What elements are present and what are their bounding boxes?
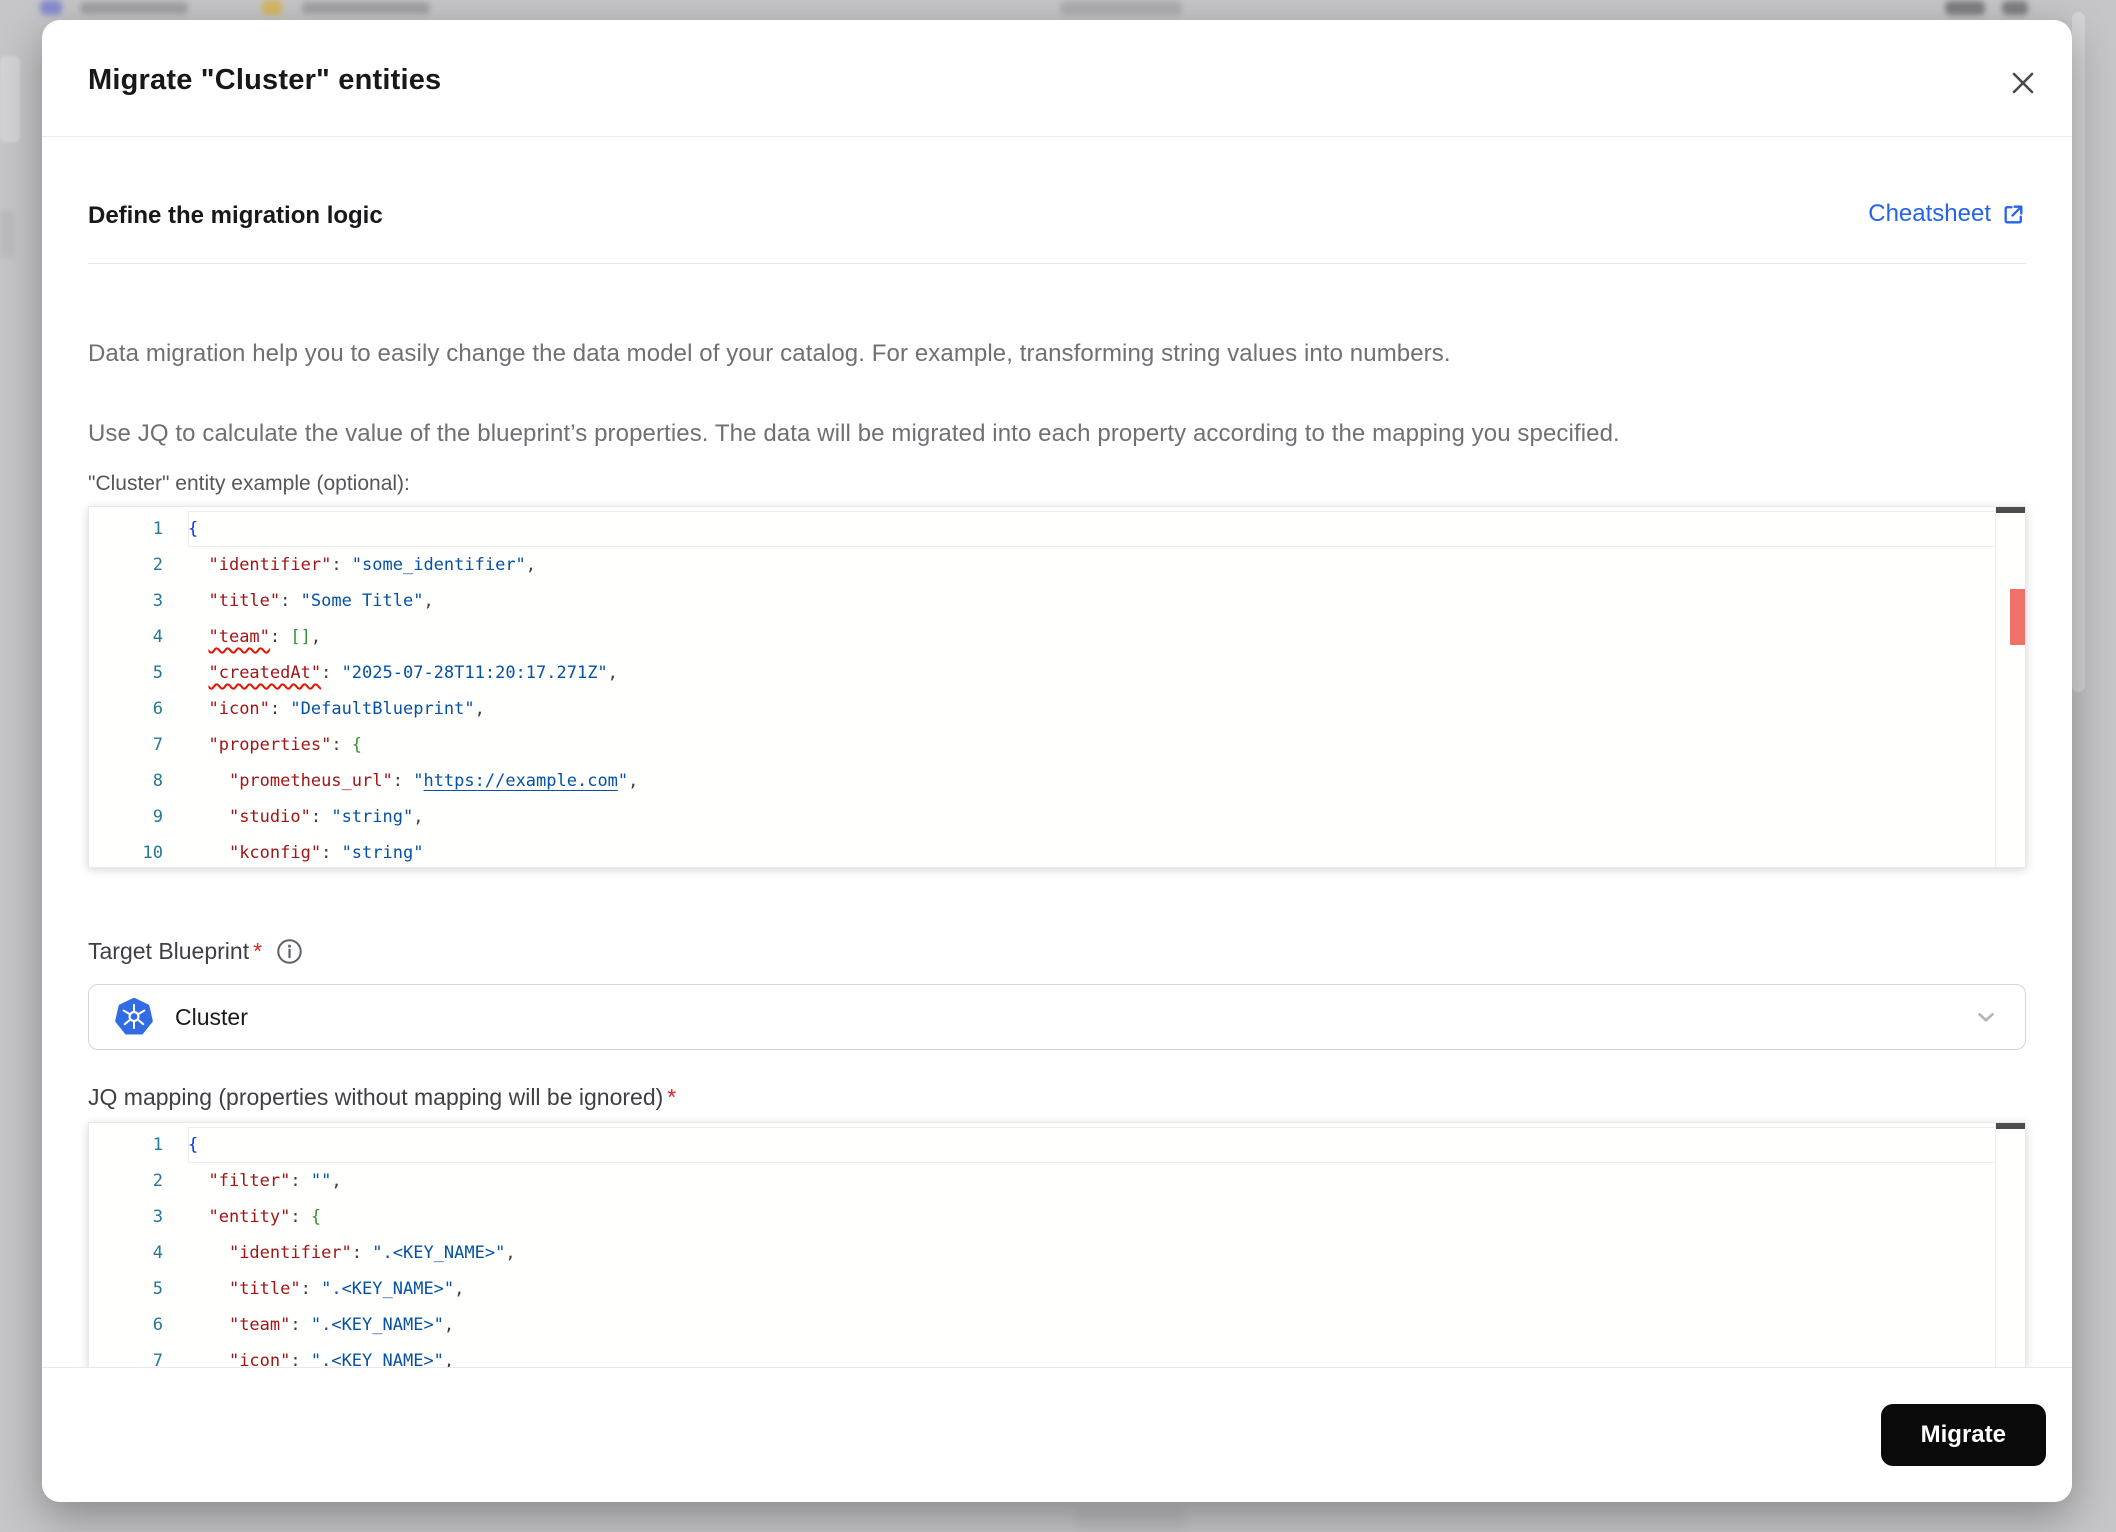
target-blueprint-label-text: Target Blueprint xyxy=(88,938,250,964)
background-toolbar-hint xyxy=(1945,1,1985,15)
line-number: 1 xyxy=(152,519,163,539)
section-heading: Define the migration logic xyxy=(88,202,383,229)
line-number: 1 xyxy=(152,1135,163,1155)
dialog-title: Migrate "Cluster" entities xyxy=(88,64,442,96)
close-button[interactable] xyxy=(2006,66,2040,100)
background-tab-text xyxy=(80,2,188,14)
required-asterisk: * xyxy=(667,1084,677,1110)
background-toolbar-hint xyxy=(2002,1,2028,15)
cheatsheet-label: Cheatsheet xyxy=(1868,200,1991,227)
background-search-hint xyxy=(1060,1,1182,15)
background-tab-icon-yellow xyxy=(262,0,282,15)
code-line: 6 "team": ".<KEY_NAME>", xyxy=(89,1307,1996,1343)
screen: Migrate "Cluster" entities Define the mi… xyxy=(0,0,2116,1532)
close-icon xyxy=(2012,72,2034,94)
external-link-icon xyxy=(2004,205,2023,223)
chevron-down-icon xyxy=(1978,1012,1994,1022)
code-line: 4 "identifier": ".<KEY_NAME>", xyxy=(89,1235,1996,1271)
background-tab-text xyxy=(302,2,430,14)
code-line: 8 "prometheus_url": "https://example.com… xyxy=(89,763,1996,799)
target-blueprint-value: Cluster xyxy=(175,1003,248,1030)
line-number: 2 xyxy=(152,555,163,575)
entity-example-label: "Cluster" entity example (optional): xyxy=(88,472,410,495)
line-number: 6 xyxy=(152,699,163,719)
jq-mapping-label-text: JQ mapping (properties without mapping w… xyxy=(88,1084,664,1110)
code-line: 9 "studio": "string", xyxy=(89,799,1996,835)
cheatsheet-link[interactable]: Cheatsheet xyxy=(1868,200,2026,228)
line-number: 3 xyxy=(152,591,163,611)
entity-example-code-editor[interactable]: 1{2 "identifier": "some_identifier", 3 "t… xyxy=(88,506,2026,868)
code-line: 1{ xyxy=(89,511,1996,547)
code-line: 10 "kconfig": "string" xyxy=(89,835,1996,867)
description-paragraph: Data migration help you to easily change… xyxy=(88,340,1451,367)
code-line: 5 "title": ".<KEY_NAME>", xyxy=(89,1271,1996,1307)
line-number: 7 xyxy=(152,735,163,755)
code-line: 7 "icon": ".<KEY_NAME>", xyxy=(89,1343,1996,1368)
code-line: 7 "properties": { xyxy=(89,727,1996,763)
page-scrollbar-thumb[interactable] xyxy=(2072,12,2085,692)
code-line: 2 "identifier": "some_identifier", xyxy=(89,547,1996,583)
header-divider xyxy=(42,136,2072,137)
line-number: 3 xyxy=(152,1207,163,1227)
description-paragraph: Use JQ to calculate the value of the blu… xyxy=(88,420,1620,447)
line-number: 5 xyxy=(152,1279,163,1299)
background-bottom-hint xyxy=(1075,1508,1185,1530)
code-line: 4 "team": [], xyxy=(89,619,1996,655)
code-line: 5 "createdAt": "2025-07-28T11:20:17.271Z… xyxy=(89,655,1996,691)
target-blueprint-label: Target Blueprint * xyxy=(88,938,303,965)
cursor-position-marker xyxy=(1996,1123,2025,1129)
target-blueprint-select[interactable]: Cluster xyxy=(88,984,2026,1050)
code-line: 3 "entity": { xyxy=(89,1199,1996,1235)
jq-mapping-code-editor[interactable]: 1{2 "filter": "", 3 "entity": {4 "identif… xyxy=(88,1122,2026,1369)
migrate-entities-dialog: Migrate "Cluster" entities Define the mi… xyxy=(42,20,2072,1502)
kubernetes-icon xyxy=(115,998,153,1035)
line-number: 4 xyxy=(152,1243,163,1263)
line-number: 10 xyxy=(142,843,163,863)
line-number: 8 xyxy=(152,771,163,791)
code-line: 3 "title": "Some Title", xyxy=(89,583,1996,619)
code-line: 2 "filter": "", xyxy=(89,1163,1996,1199)
line-number: 4 xyxy=(152,627,163,647)
jq-mapping-label: JQ mapping (properties without mapping w… xyxy=(88,1084,676,1111)
dialog-footer: Migrate xyxy=(42,1367,2072,1502)
background-sidebar-hint xyxy=(0,56,20,142)
code-lines[interactable]: 1{2 "filter": "", 3 "entity": {4 "identif… xyxy=(89,1123,1996,1368)
code-lines[interactable]: 1{2 "identifier": "some_identifier", 3 "t… xyxy=(89,507,1996,867)
background-tab-icon-blue xyxy=(40,0,62,15)
info-icon[interactable] xyxy=(276,938,303,965)
editor-overview-ruler xyxy=(1995,1123,2025,1368)
line-number: 7 xyxy=(152,1351,163,1368)
section-divider xyxy=(88,263,2026,264)
cursor-position-marker xyxy=(1996,507,2025,513)
line-number: 6 xyxy=(152,1315,163,1335)
code-line: 6 "icon": "DefaultBlueprint", xyxy=(89,691,1996,727)
line-number: 5 xyxy=(152,663,163,683)
line-number: 9 xyxy=(152,807,163,827)
background-sidebar-hint xyxy=(0,210,14,258)
editor-overview-ruler xyxy=(1995,507,2025,867)
required-asterisk: * xyxy=(253,938,263,964)
line-number: 2 xyxy=(152,1171,163,1191)
migrate-button[interactable]: Migrate xyxy=(1880,1404,2046,1466)
error-marker xyxy=(2010,589,2025,645)
code-line: 1{ xyxy=(89,1127,1996,1163)
